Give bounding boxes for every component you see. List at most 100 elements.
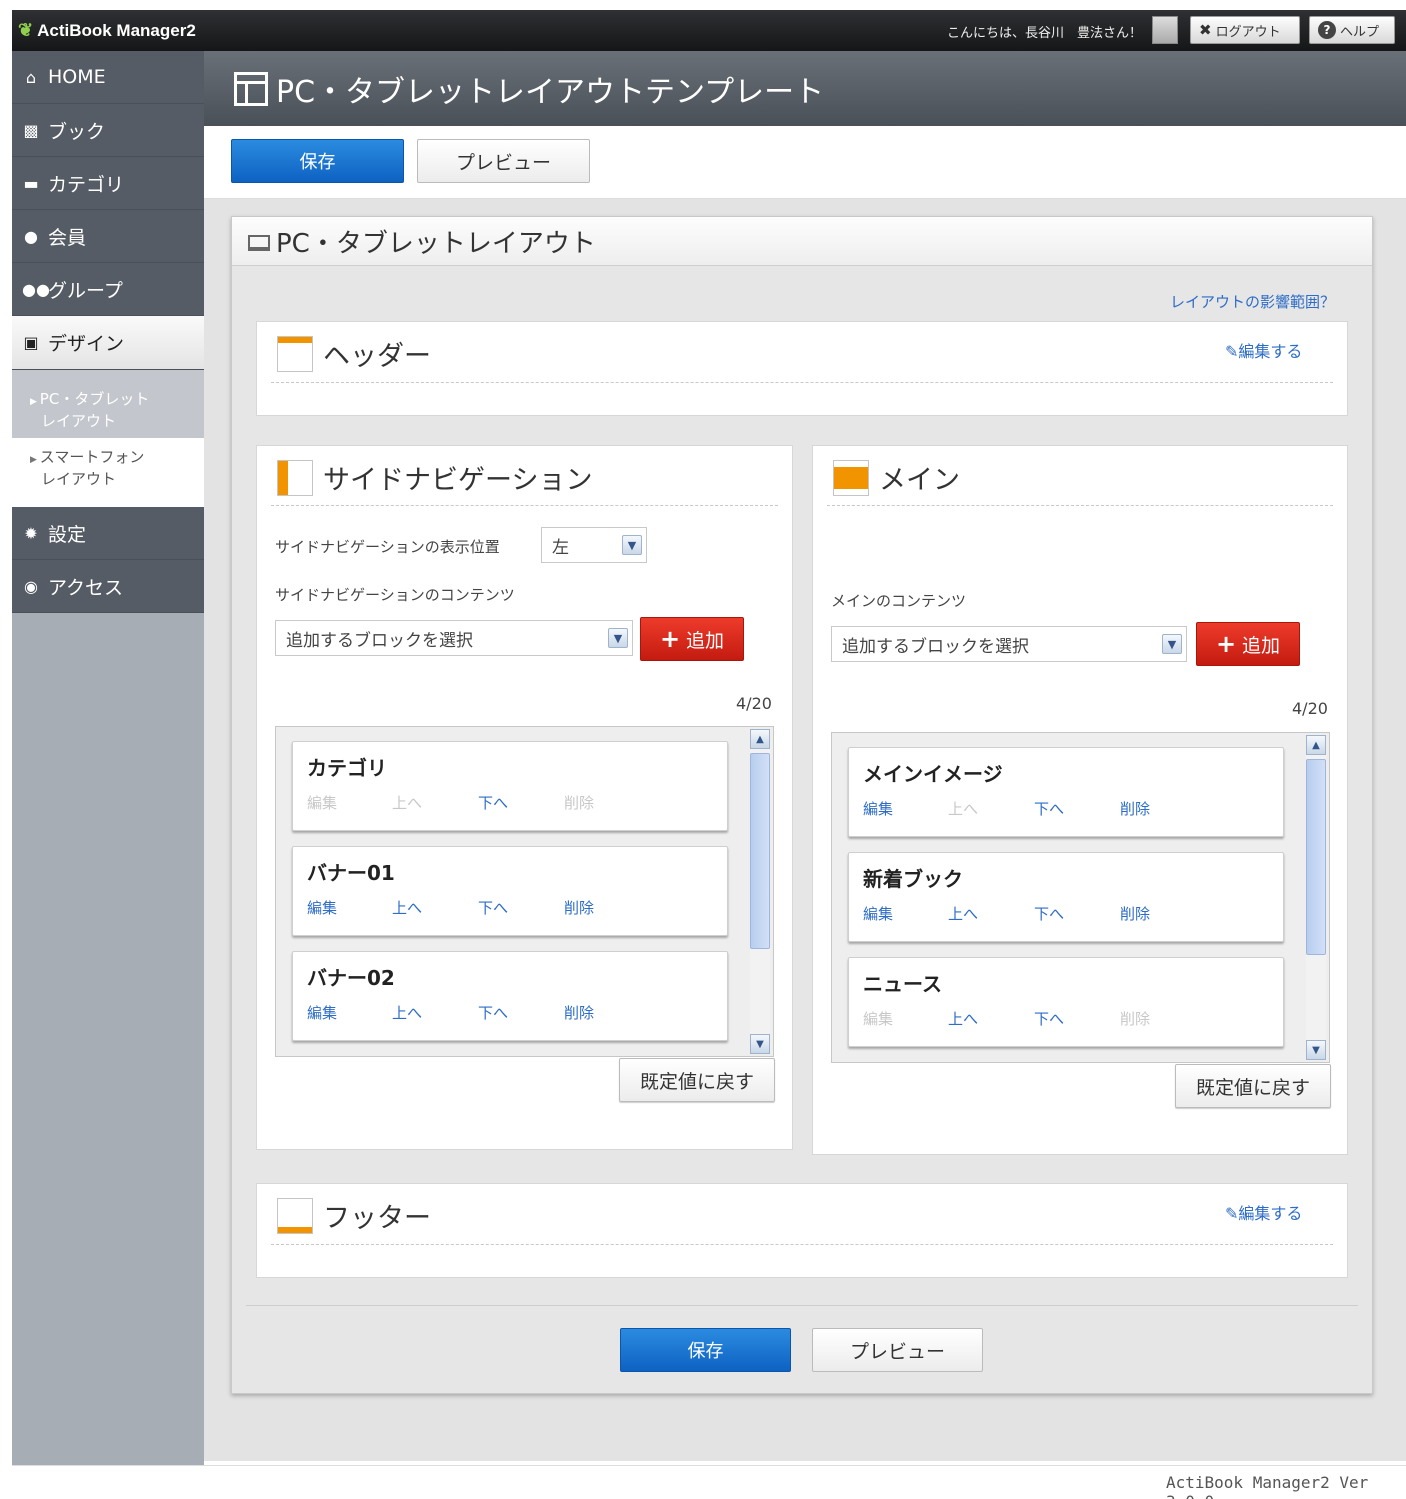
- edit-header-link[interactable]: ✎編集する: [1225, 338, 1302, 362]
- home-icon: ⌂: [25, 67, 37, 87]
- block-up-link[interactable]: 上へ: [948, 1008, 978, 1029]
- block-name: 新着ブック: [863, 867, 963, 891]
- block-name: カテゴリ: [307, 756, 387, 780]
- app-logo[interactable]: ❦ ActiBook Manager2: [18, 20, 196, 41]
- bullet-icon: ▶: [30, 455, 40, 465]
- scroll-up-icon[interactable]: ▲: [1306, 735, 1326, 755]
- block-up-link[interactable]: 上へ: [392, 897, 422, 918]
- sidebar-item-access[interactable]: ◉ アクセス: [12, 560, 204, 613]
- side-nav-block-select[interactable]: 追加するブロックを選択 ▼: [275, 620, 633, 656]
- sidebar-item-groups[interactable]: ●● グループ: [12, 263, 204, 316]
- sidebar-item-home[interactable]: ⌂ HOME: [12, 51, 204, 104]
- pencil-icon: ✎: [1225, 1204, 1239, 1223]
- main-block-select[interactable]: 追加するブロックを選択 ▼: [831, 626, 1187, 662]
- contents-label: サイドナビゲーションのコンテンツ: [275, 586, 515, 604]
- sidebar-item-books[interactable]: ▩ ブック: [12, 104, 204, 157]
- block-up-link[interactable]: 上へ: [392, 1002, 422, 1023]
- help-button[interactable]: ? ヘルプ: [1309, 16, 1395, 44]
- block-up-link[interactable]: 上へ: [948, 903, 978, 924]
- logout-button[interactable]: ✖ ログアウト: [1190, 16, 1300, 44]
- block-card: バナー02 編集 上へ 下へ 削除: [292, 951, 728, 1041]
- contents-label: メインのコンテンツ: [831, 592, 967, 610]
- block-up-link: 上へ: [392, 794, 423, 812]
- block-down-link[interactable]: 下へ: [478, 792, 508, 813]
- save-button-bottom[interactable]: 保存: [620, 1328, 791, 1372]
- main-add-button[interactable]: + 追加: [1196, 622, 1300, 666]
- block-edit-link[interactable]: 編集: [863, 798, 893, 819]
- block-name: バナー01: [307, 861, 395, 885]
- subitem-line-2: レイアウト: [41, 470, 117, 488]
- side-nav-reset-button[interactable]: 既定値に戻す: [619, 1058, 775, 1102]
- chevron-down-icon: ▼: [608, 628, 628, 648]
- block-down-link[interactable]: 下へ: [478, 897, 508, 918]
- toolbar: 保存 プレビュー: [204, 126, 1406, 199]
- side-nav-add-button[interactable]: + 追加: [640, 617, 744, 661]
- scroll-thumb[interactable]: [1306, 759, 1326, 955]
- block-delete-link[interactable]: 削除: [1120, 798, 1150, 819]
- sidebar-item-label: HOME: [48, 66, 106, 88]
- list-scrollbar[interactable]: ▲ ▼: [1306, 735, 1326, 1060]
- block-edit-link[interactable]: 編集: [307, 1002, 337, 1023]
- block-delete-link[interactable]: 削除: [1120, 903, 1150, 924]
- layout-panel: PC・タブレットレイアウト レイアウトの影響範囲？ ヘッダー ✎編集する サイド…: [231, 216, 1373, 1394]
- save-button[interactable]: 保存: [231, 139, 404, 183]
- block-delete-link: 削除: [564, 794, 595, 812]
- preview-button-bottom[interactable]: プレビュー: [812, 1328, 983, 1372]
- app-window: ❦ ActiBook Manager2 こんにちは、長谷川 豊法さん！ ✖ ログ…: [0, 0, 1406, 1499]
- block-down-link[interactable]: 下へ: [1034, 798, 1064, 819]
- section-title-text: サイドナビゲーション: [323, 465, 593, 496]
- block-delete-link[interactable]: 削除: [564, 1002, 594, 1023]
- block-delete-link: 削除: [1120, 1010, 1151, 1028]
- scroll-thumb[interactable]: [750, 753, 770, 949]
- section-title: フッター: [277, 1196, 431, 1235]
- sidebar-item-label: ブック: [48, 120, 106, 143]
- panel-title: PC・タブレットレイアウト: [276, 228, 596, 259]
- footer-section: フッター ✎編集する: [256, 1183, 1348, 1278]
- block-edit-link[interactable]: 編集: [307, 897, 337, 918]
- users-icon: ●●: [22, 279, 50, 299]
- block-edit-link[interactable]: 編集: [863, 903, 893, 924]
- preview-button[interactable]: プレビュー: [417, 139, 590, 183]
- add-label: 追加: [1242, 634, 1281, 657]
- block-card: カテゴリ 編集 上へ 下へ 削除: [292, 741, 728, 831]
- pc-icon: [248, 235, 270, 251]
- scroll-down-icon[interactable]: ▼: [1306, 1040, 1326, 1060]
- block-down-link[interactable]: 下へ: [1034, 903, 1064, 924]
- scroll-up-icon[interactable]: ▲: [750, 729, 770, 749]
- block-counter: 4/20: [736, 694, 772, 713]
- edit-footer-link[interactable]: ✎編集する: [1225, 1200, 1302, 1224]
- sidebar-item-categories[interactable]: ▬ カテゴリ: [12, 157, 204, 210]
- close-icon: ✖: [1199, 21, 1212, 39]
- main-block-list[interactable]: メインイメージ 編集 上へ 下へ 削除 新着ブック 編集 上へ 下へ 削除 ニュ…: [831, 732, 1330, 1063]
- scroll-down-icon[interactable]: ▼: [750, 1034, 770, 1054]
- layout-scope-link[interactable]: レイアウトの影響範囲？: [1170, 291, 1335, 312]
- page-title-text: PC・タブレットレイアウトテンプレート: [276, 75, 825, 110]
- side-nav-block-list[interactable]: カテゴリ 編集 上へ 下へ 削除 バナー01 編集 上へ 下へ 削除 バナー02…: [275, 726, 774, 1057]
- block-down-link[interactable]: 下へ: [1034, 1008, 1064, 1029]
- edit-label: 編集する: [1238, 342, 1303, 361]
- page-header: PC・タブレットレイアウトテンプレート: [204, 51, 1406, 126]
- sidebar-item-members[interactable]: ● 会員: [12, 210, 204, 263]
- edit-label: 編集する: [1238, 1204, 1303, 1223]
- sidebar-item-settings[interactable]: ✹ 設定: [12, 507, 204, 560]
- book-icon: ▩: [23, 120, 39, 140]
- divider: [271, 382, 1333, 383]
- folder-icon: ▬: [23, 173, 39, 193]
- plus-icon: +: [659, 625, 681, 653]
- sidebar-subitem-pc-tablet[interactable]: ▶ PC・タブレット レイアウト: [12, 370, 204, 438]
- main-reset-button[interactable]: 既定値に戻す: [1175, 1064, 1331, 1108]
- plus-icon: +: [1215, 630, 1237, 658]
- block-down-link[interactable]: 下へ: [478, 1002, 508, 1023]
- position-select[interactable]: 左 ▼: [541, 527, 647, 563]
- layout-icon: ▣: [23, 333, 39, 352]
- chevron-down-icon: ▼: [1162, 634, 1182, 654]
- list-scrollbar[interactable]: ▲ ▼: [750, 729, 770, 1054]
- header-layout-icon: [277, 335, 313, 372]
- block-card-partial: [292, 1056, 728, 1057]
- section-title: ヘッダー: [277, 334, 431, 373]
- block-name: ニュース: [863, 972, 942, 996]
- section-title: メイン: [833, 458, 960, 497]
- sidebar-item-design[interactable]: ▣ デザイン: [12, 316, 217, 370]
- block-delete-link[interactable]: 削除: [564, 897, 594, 918]
- sidebar-subitem-smartphone[interactable]: ▶ スマートフォン レイアウト: [12, 438, 204, 507]
